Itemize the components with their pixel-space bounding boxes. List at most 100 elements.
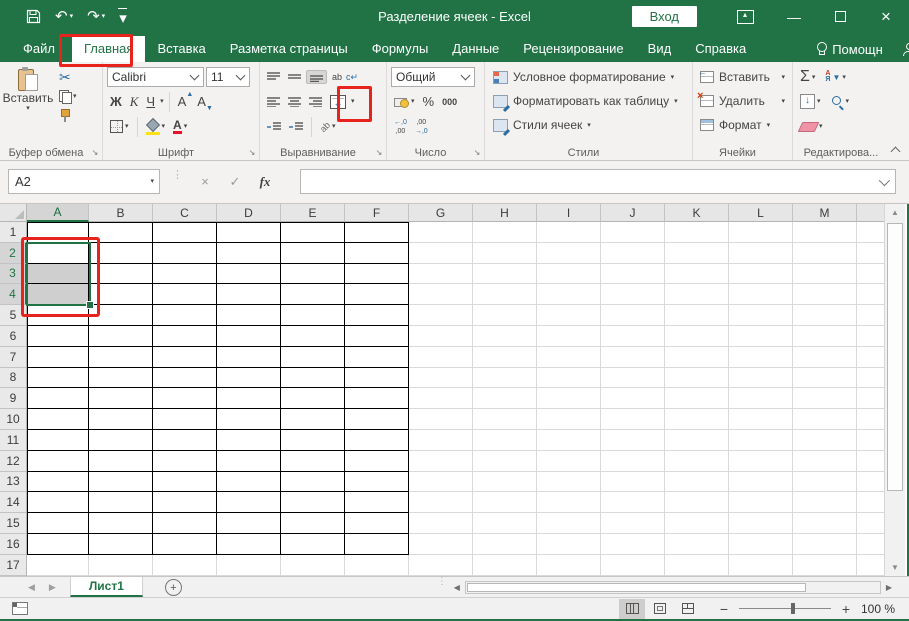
cell-C8[interactable] — [153, 368, 217, 389]
cell-L11[interactable] — [729, 430, 793, 451]
cell-D9[interactable] — [217, 388, 281, 409]
zoom-in-button[interactable]: + — [839, 601, 853, 617]
paste-dropdown-icon[interactable]: ▾ — [26, 105, 30, 112]
cell-E15[interactable] — [281, 513, 345, 534]
align-middle-button[interactable] — [285, 71, 304, 83]
cell-M4[interactable] — [793, 284, 857, 305]
sort-filter-button[interactable]: АЯ▼▾ — [822, 70, 849, 84]
cell-H4[interactable] — [473, 284, 537, 305]
cell-L16[interactable] — [729, 534, 793, 555]
cell-H13[interactable] — [473, 472, 537, 493]
cell-M2[interactable] — [793, 243, 857, 264]
cell-F9[interactable] — [345, 388, 409, 409]
cell-partial-5[interactable] — [857, 305, 884, 326]
cell-B7[interactable] — [89, 347, 153, 368]
clear-dropdown-icon[interactable]: ▾ — [819, 123, 823, 130]
align-bottom-button[interactable] — [306, 70, 327, 84]
cell-G4[interactable] — [409, 284, 473, 305]
clipboard-dialog-launcher[interactable]: ↘ — [90, 148, 100, 158]
cell-A9[interactable] — [27, 388, 89, 409]
cell-B4[interactable] — [89, 284, 153, 305]
cell-F2[interactable] — [345, 243, 409, 264]
cell-A8[interactable] — [27, 368, 89, 389]
cell-C7[interactable] — [153, 347, 217, 368]
comma-style-button[interactable]: 000 — [439, 96, 460, 108]
column-header-K[interactable]: K — [665, 204, 729, 222]
cell-B5[interactable] — [89, 305, 153, 326]
cell-J12[interactable] — [601, 451, 665, 472]
zoom-slider-track[interactable] — [739, 608, 831, 609]
cell-E8[interactable] — [281, 368, 345, 389]
cell-K11[interactable] — [665, 430, 729, 451]
cell-H5[interactable] — [473, 305, 537, 326]
cell-partial-13[interactable] — [857, 472, 884, 493]
cell-G2[interactable] — [409, 243, 473, 264]
cell-A7[interactable] — [27, 347, 89, 368]
row-header-2[interactable]: 2 — [0, 243, 27, 264]
cell-B15[interactable] — [89, 513, 153, 534]
cell-L6[interactable] — [729, 326, 793, 347]
cell-A10[interactable] — [27, 409, 89, 430]
cell-G12[interactable] — [409, 451, 473, 472]
macro-record-icon[interactable] — [12, 602, 28, 615]
cell-A6[interactable] — [27, 326, 89, 347]
cell-J3[interactable] — [601, 264, 665, 285]
column-header-B[interactable]: B — [89, 204, 153, 222]
view-page-break-button[interactable] — [675, 599, 701, 619]
row-header-10[interactable]: 10 — [0, 409, 27, 430]
cell-L8[interactable] — [729, 368, 793, 389]
cell-M13[interactable] — [793, 472, 857, 493]
cell-K10[interactable] — [665, 409, 729, 430]
cell-I10[interactable] — [537, 409, 601, 430]
customize-qat-icon[interactable]: ▾ — [119, 8, 127, 26]
cell-E10[interactable] — [281, 409, 345, 430]
cell-I4[interactable] — [537, 284, 601, 305]
cell-C10[interactable] — [153, 409, 217, 430]
cell-H6[interactable] — [473, 326, 537, 347]
row-header-17[interactable]: 17 — [0, 555, 27, 576]
cell-K12[interactable] — [665, 451, 729, 472]
copy-button[interactable]: ▾ — [56, 89, 98, 104]
cell-H16[interactable] — [473, 534, 537, 555]
align-center-button[interactable] — [285, 96, 304, 108]
italic-button[interactable]: К — [127, 93, 142, 111]
ribbon-display-options-button[interactable]: ▴ — [725, 0, 771, 33]
cell-L14[interactable] — [729, 492, 793, 513]
cell-A17[interactable] — [27, 555, 89, 576]
accounting-format-button[interactable]: ▾ — [391, 94, 418, 109]
close-button[interactable]: × — [863, 0, 909, 33]
cell-D1[interactable] — [217, 222, 281, 243]
cell-J9[interactable] — [601, 388, 665, 409]
cell-D4[interactable] — [217, 284, 281, 305]
cell-D6[interactable] — [217, 326, 281, 347]
tab-Справка[interactable]: Справка — [683, 36, 758, 62]
cell-G15[interactable] — [409, 513, 473, 534]
cell-B2[interactable] — [89, 243, 153, 264]
formula-bar-splitter[interactable]: ⋮ — [172, 173, 176, 178]
horizontal-scrollbar-thumb[interactable] — [467, 583, 807, 592]
cell-A14[interactable] — [27, 492, 89, 513]
accounting-dropdown-icon[interactable]: ▾ — [411, 98, 415, 105]
cell-D8[interactable] — [217, 368, 281, 389]
collapse-ribbon-button[interactable] — [891, 145, 901, 155]
cell-K17[interactable] — [665, 555, 729, 576]
cell-F14[interactable] — [345, 492, 409, 513]
cell-E5[interactable] — [281, 305, 345, 326]
cell-J14[interactable] — [601, 492, 665, 513]
cell-M6[interactable] — [793, 326, 857, 347]
font-color-button[interactable]: А▾ — [170, 119, 190, 135]
insert-function-button[interactable]: fx — [250, 174, 280, 190]
cell-M8[interactable] — [793, 368, 857, 389]
cell-I1[interactable] — [537, 222, 601, 243]
cell-A13[interactable] — [27, 472, 89, 493]
column-header-H[interactable]: H — [473, 204, 537, 222]
formula-bar-expand-icon[interactable] — [879, 174, 890, 185]
format-cells-dropdown-icon[interactable]: ▾ — [767, 122, 771, 129]
cell-J13[interactable] — [601, 472, 665, 493]
row-header-6[interactable]: 6 — [0, 326, 27, 347]
number-dialog-launcher[interactable]: ↘ — [472, 148, 482, 158]
cell-K7[interactable] — [665, 347, 729, 368]
align-right-button[interactable] — [306, 96, 325, 108]
cell-partial-15[interactable] — [857, 513, 884, 534]
cell-D7[interactable] — [217, 347, 281, 368]
